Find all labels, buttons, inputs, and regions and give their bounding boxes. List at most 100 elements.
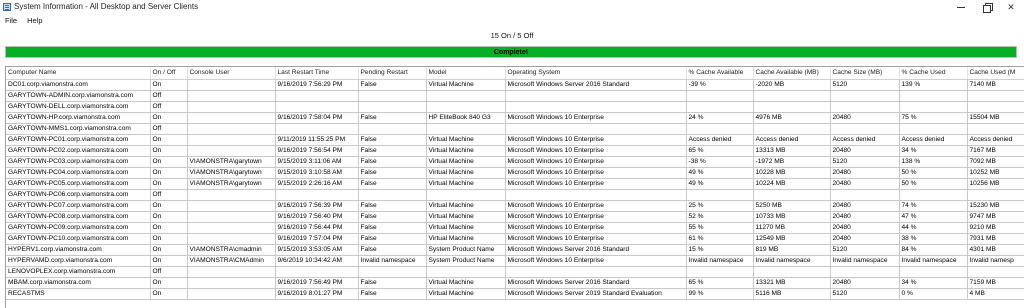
- restore-button[interactable]: [974, 0, 1000, 14]
- table-cell: System Product Name: [426, 255, 506, 267]
- menu-bar: File Help: [0, 14, 1024, 27]
- table-cell: On: [150, 233, 188, 245]
- column-header[interactable]: % Cache Used: [899, 67, 968, 80]
- table-row[interactable]: GARYTOWN-PC10.corp.viamonstra.com On 9/16/…: [6, 233, 1024, 245]
- table-cell: GARYTOWN-PC02.corp.viamonstra.com: [6, 145, 151, 157]
- results-table: Computer Name On / Off Console User Last Re…: [6, 67, 1024, 300]
- table-row[interactable]: GARYTOWN-PC02.corp.viamonstra.com On 9/16/…: [6, 145, 1024, 157]
- table-cell: 7159 MB: [967, 277, 1024, 289]
- table-cell: [505, 266, 687, 278]
- table-cell: 49 %: [686, 167, 754, 179]
- on-off-summary: 15 On / 5 Off: [490, 31, 534, 40]
- table-cell: 7140 MB: [967, 79, 1024, 91]
- table-row[interactable]: GARYTOWN-DELL.corp.viamonstra.com Off: [6, 101, 1024, 113]
- results-grid[interactable]: Computer Name On / Off Console User Last Re…: [5, 66, 1024, 308]
- table-cell: GARYTOWN-PC05.corp.viamonstra.com: [6, 178, 151, 190]
- table-row[interactable]: GARYTOWN-PC06.corp.viamonstra.com Off: [6, 189, 1024, 201]
- table-cell: 20480: [830, 200, 900, 212]
- table-row[interactable]: HYPERV1.corp.viamonstra.com On VIAMONSTRA\…: [6, 244, 1024, 256]
- table-row[interactable]: MBAM.corp.viamonstra.com On 9/16/2019 7:56…: [6, 277, 1024, 289]
- table-cell: GARYTOWN-PC10.corp.viamonstra.com: [6, 233, 151, 245]
- table-row[interactable]: GARYTOWN-PC01.corp.viamonstra.com On 9/11/…: [6, 134, 1024, 146]
- table-cell: [426, 266, 506, 278]
- table-row[interactable]: GARYTOWN-HP.corp.viamonstra.com On 9/16/20…: [6, 112, 1024, 124]
- table-cell: 61 %: [686, 233, 754, 245]
- table-cell: 9/16/2019 7:56:44 PM: [275, 222, 359, 234]
- column-header[interactable]: % Cache Available: [686, 67, 754, 80]
- table-cell: Microsoft Windows Server 2016 Standard: [505, 244, 687, 256]
- column-header[interactable]: Pending Restart: [358, 67, 427, 80]
- table-row[interactable]: GARYTOWN-PC03.corp.viamonstra.com On VIAMO…: [6, 156, 1024, 168]
- column-header[interactable]: Computer Name: [6, 67, 151, 80]
- table-cell: 25 %: [686, 200, 754, 212]
- table-cell: [187, 112, 276, 124]
- title-bar: System Information - All Desktop and Ser…: [0, 0, 1024, 14]
- table-cell: Invalid namesp: [967, 255, 1024, 267]
- table-cell: [967, 101, 1024, 113]
- table-cell: False: [358, 134, 427, 146]
- table-cell: GARYTOWN-DELL.corp.viamonstra.com: [6, 101, 151, 113]
- table-cell: Invalid namespace: [899, 255, 968, 267]
- menu-help[interactable]: Help: [22, 16, 47, 25]
- table-cell: [187, 266, 276, 278]
- table-row[interactable]: LENOVOPLEX.corp.viamonstra.com Off: [6, 266, 1024, 278]
- table-cell: [275, 123, 359, 135]
- table-row[interactable]: GARYTOWN-ADMIN.corp.viamonstra.com Off: [6, 90, 1024, 102]
- column-header[interactable]: Cache Available (MB): [753, 67, 831, 80]
- table-cell: 65 %: [686, 145, 754, 157]
- table-cell: [187, 233, 276, 245]
- table-cell: [899, 266, 968, 278]
- table-cell: [505, 189, 687, 201]
- window-title: System Information - All Desktop and Ser…: [14, 2, 199, 11]
- column-header[interactable]: Operating System: [505, 67, 687, 80]
- table-cell: Virtual Machine: [426, 167, 506, 179]
- table-row[interactable]: GARYTOWN-MMS1.corp.viamonstra.com Off: [6, 123, 1024, 135]
- column-header[interactable]: Last Restart Time: [275, 67, 359, 80]
- table-row[interactable]: GARYTOWN-PC08.corp.viamonstra.com On 9/16/…: [6, 211, 1024, 223]
- table-cell: On: [150, 200, 188, 212]
- table-cell: [275, 90, 359, 102]
- table-cell: [505, 90, 687, 102]
- table-cell: On: [150, 255, 188, 267]
- table-cell: 9/16/2019 7:56:49 PM: [275, 277, 359, 289]
- table-cell: 99 %: [686, 288, 754, 300]
- table-cell: GARYTOWN-PC01.corp.viamonstra.com: [6, 134, 151, 146]
- column-header[interactable]: Model: [426, 67, 506, 80]
- table-row[interactable]: GARYTOWN-PC04.corp.viamonstra.com On VIAMO…: [6, 167, 1024, 179]
- table-cell: 9/6/2019 10:34:42 AM: [275, 255, 359, 267]
- table-cell: Virtual Machine: [426, 211, 506, 223]
- table-row[interactable]: GARYTOWN-PC09.corp.viamonstra.com On 9/16/…: [6, 222, 1024, 234]
- table-row[interactable]: GARYTOWN-PC05.corp.viamonstra.com On VIAMO…: [6, 178, 1024, 190]
- column-header[interactable]: Cache Size (MB): [830, 67, 900, 80]
- table-cell: System Product Name: [426, 244, 506, 256]
- table-cell: GARYTOWN-MMS1.corp.viamonstra.com: [6, 123, 151, 135]
- minimize-button[interactable]: [948, 0, 974, 14]
- table-row[interactable]: HYPERVAMD.corp.viamonstra.com On VIAMONSTR…: [6, 255, 1024, 267]
- table-cell: [358, 189, 427, 201]
- table-cell: Microsoft Windows 10 Enterprise: [505, 134, 687, 146]
- column-header[interactable]: Console User: [187, 67, 276, 80]
- table-cell: 20480: [830, 112, 900, 124]
- table-cell: 5120: [830, 156, 900, 168]
- table-cell: [830, 266, 900, 278]
- table-cell: [967, 266, 1024, 278]
- close-button[interactable]: ✕: [998, 0, 1024, 14]
- table-cell: 7167 MB: [967, 145, 1024, 157]
- table-cell: 5116 MB: [753, 288, 831, 300]
- table-cell: VIAMONSTRA\cmadmin: [187, 244, 276, 256]
- table-row[interactable]: RECASTMS On 9/16/2019 8:01:27 PM False Virtu…: [6, 288, 1024, 300]
- table-row[interactable]: GARYTOWN-PC07.corp.viamonstra.com On 9/16/…: [6, 200, 1024, 212]
- table-cell: 9/16/2019 7:56:29 PM: [275, 79, 359, 91]
- column-header[interactable]: On / Off: [150, 67, 188, 80]
- menu-file[interactable]: File: [0, 16, 22, 25]
- table-cell: 4976 MB: [753, 112, 831, 124]
- table-cell: Microsoft Windows 10 Enterprise: [505, 211, 687, 223]
- column-header[interactable]: Cache Used (M: [967, 67, 1024, 80]
- table-cell: Access denied: [753, 134, 831, 146]
- table-cell: False: [358, 145, 427, 157]
- table-row[interactable]: DC01.corp.viamonstra.com On 9/16/2019 7:56…: [6, 79, 1024, 91]
- restore-icon: [983, 3, 993, 13]
- table-cell: [753, 90, 831, 102]
- table-cell: 20480: [830, 178, 900, 190]
- table-cell: [830, 189, 900, 201]
